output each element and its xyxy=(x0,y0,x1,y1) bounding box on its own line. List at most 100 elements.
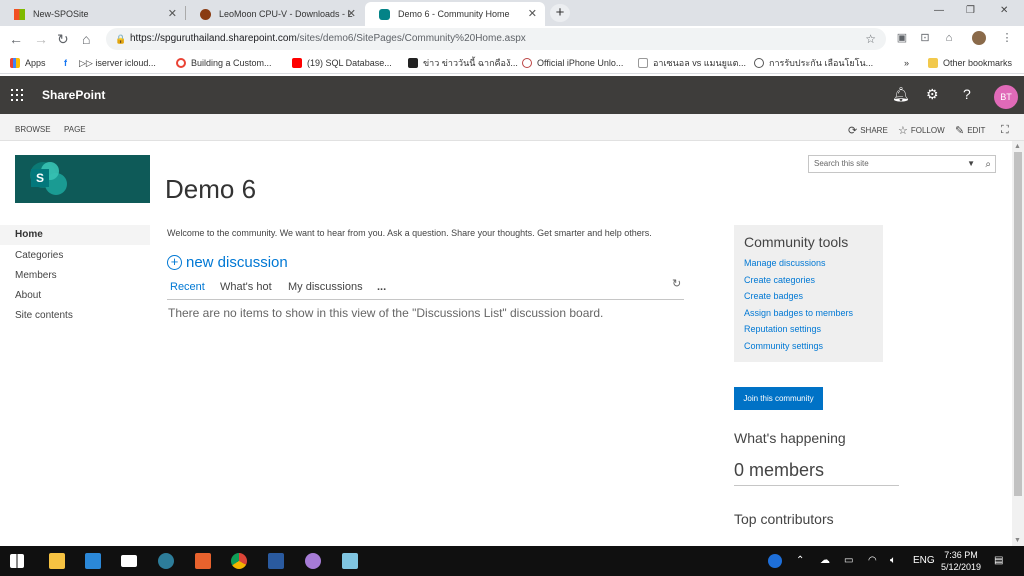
back-icon[interactable]: ← xyxy=(9,30,23,48)
cloud-app-icon[interactable] xyxy=(305,553,321,569)
globe-icon xyxy=(754,58,764,68)
star-icon[interactable]: ☆ xyxy=(865,28,876,50)
volume-icon[interactable]: 🔈︎ xyxy=(890,555,896,566)
new-discussion-button[interactable]: + new discussion xyxy=(167,254,288,271)
edit-label: EDIT xyxy=(967,126,986,135)
bookmark-item[interactable]: การรับประกัน เลือนโยโน... xyxy=(754,55,873,71)
file-explorer-icon[interactable] xyxy=(49,553,65,569)
page-title[interactable]: Demo 6 xyxy=(165,174,256,205)
bookmark-item[interactable]: ข่าว ข่าววันนี้ ฉากคืองั... xyxy=(408,55,518,71)
bookmarks-bar: Apps f ▷▷ iserver icloud... Building a C… xyxy=(0,52,1024,74)
forward-icon[interactable]: → xyxy=(34,30,48,48)
nav-item-members[interactable]: Members xyxy=(0,266,150,286)
app-launcher-icon[interactable] xyxy=(11,89,23,101)
bookmark-item[interactable]: อาเซนอล vs แมนยูแต... xyxy=(638,55,746,71)
chevron-up-icon[interactable]: ⌃ xyxy=(796,555,804,566)
join-community-button[interactable]: Join this community xyxy=(734,387,823,410)
home-icon[interactable]: ⌂ xyxy=(82,30,90,48)
new-tab-button[interactable]: + xyxy=(550,4,570,22)
bookmarks-overflow[interactable]: » xyxy=(904,55,909,71)
arrow-app-icon[interactable] xyxy=(195,553,211,569)
follow-button[interactable]: ☆ FOLLOW xyxy=(898,124,945,137)
url-path: /sites/demo6/SitePages/Community%20Home.… xyxy=(296,33,526,44)
search-input[interactable]: Search this site ▼ ⌕ xyxy=(808,155,996,173)
notifications-icon[interactable]: ▤ xyxy=(994,555,1003,566)
tab-whats-hot[interactable]: What's hot xyxy=(220,281,272,293)
bookmark-item[interactable]: f ▷▷ iserver icloud... xyxy=(64,55,156,71)
bell-icon[interactable]: 🔔︎ xyxy=(892,86,910,103)
link-create-badges[interactable]: Create badges xyxy=(744,291,803,301)
cloud-icon[interactable]: ☁ xyxy=(820,555,830,566)
close-icon[interactable]: ✕ xyxy=(528,7,537,20)
bookmark-apps[interactable]: Apps xyxy=(10,55,46,71)
system-clock[interactable]: 7:36 PM 5/12/2019 xyxy=(938,549,984,573)
chrome-icon[interactable] xyxy=(231,553,247,569)
bookmark-item[interactable]: Building a Custom... xyxy=(176,55,272,71)
globe-app-icon[interactable] xyxy=(158,553,174,569)
notepad-icon[interactable] xyxy=(342,553,358,569)
close-window-icon[interactable]: ✕ xyxy=(1000,5,1008,16)
link-reputation-settings[interactable]: Reputation settings xyxy=(744,324,821,334)
bookmark-label: (19) SQL Database... xyxy=(307,58,392,68)
follow-label: FOLLOW xyxy=(910,126,945,135)
wifi-icon[interactable]: ◠ xyxy=(868,555,877,566)
scroll-up-icon[interactable]: ▲ xyxy=(1014,143,1021,150)
tab-my-discussions[interactable]: My discussions xyxy=(288,281,363,293)
profile-icon[interactable] xyxy=(972,31,986,45)
nav-item-site-contents[interactable]: Site contents xyxy=(0,306,150,326)
extension-icon[interactable]: ⊡ xyxy=(918,31,932,45)
close-icon[interactable]: ✕ xyxy=(347,7,356,20)
ribbon-tab-browse[interactable]: BROWSE xyxy=(15,125,51,134)
ribbon-tab-page[interactable]: PAGE xyxy=(64,125,86,134)
windows-start-icon[interactable] xyxy=(10,554,24,568)
share-button[interactable]: ⟳ SHARE xyxy=(848,124,888,137)
nav-item-about[interactable]: About xyxy=(0,286,150,306)
search-icon[interactable]: ⌕ xyxy=(985,157,991,173)
refresh-icon[interactable]: ↻ xyxy=(672,277,681,290)
extension-icon[interactable]: ⌂ xyxy=(942,31,956,45)
restore-icon[interactable]: ❐ xyxy=(966,5,975,16)
bookmark-item[interactable]: Official iPhone Unlo... xyxy=(522,55,623,71)
gear-icon[interactable]: ⚙ xyxy=(926,86,939,103)
close-icon[interactable]: ✕ xyxy=(168,7,177,20)
link-create-categories[interactable]: Create categories xyxy=(744,275,815,285)
nav-item-home[interactable]: Home xyxy=(0,225,150,245)
scrollbar-thumb[interactable] xyxy=(1014,152,1022,496)
url-host: https://spguruthailand.sharepoint.com xyxy=(130,33,297,44)
scroll-down-icon[interactable]: ▼ xyxy=(1014,537,1021,544)
focus-mode-icon[interactable]: ⛶ xyxy=(1001,124,1012,137)
more-views-button[interactable]: ... xyxy=(377,281,386,293)
tab-new-sposite[interactable]: New-SPOSite ✕ xyxy=(0,2,185,26)
edit-button[interactable]: ✎ EDIT xyxy=(955,124,985,137)
menu-icon[interactable]: ⋮ xyxy=(1000,31,1014,45)
link-assign-badges[interactable]: Assign badges to members xyxy=(744,308,853,318)
chevron-down-icon[interactable]: ▼ xyxy=(967,156,975,172)
welcome-text: Welcome to the community. We want to hea… xyxy=(167,228,652,238)
site-logo[interactable]: S xyxy=(15,155,150,203)
bookmark-label: Apps xyxy=(25,58,46,68)
address-bar[interactable]: 🔒 https://spguruthailand.sharepoint.com/… xyxy=(106,28,886,50)
tab-demo6[interactable]: Demo 6 - Community Home ✕ xyxy=(365,2,545,26)
nav-item-categories[interactable]: Categories xyxy=(0,246,150,266)
language-indicator[interactable]: ENG xyxy=(913,555,935,566)
link-manage-discussions[interactable]: Manage discussions xyxy=(744,258,826,268)
tab-leomoon[interactable]: LeoMoon CPU-V - Downloads - L ✕ xyxy=(186,2,364,26)
members-count[interactable]: 0 members xyxy=(734,460,824,481)
help-icon[interactable]: ? xyxy=(963,86,971,102)
minimize-icon[interactable]: — xyxy=(934,5,944,16)
mail-icon[interactable] xyxy=(121,555,137,567)
whats-happening-heading: What's happening xyxy=(734,430,846,446)
extension-icon[interactable]: ▣ xyxy=(895,31,909,45)
avatar[interactable]: BT xyxy=(994,85,1018,109)
tab-recent[interactable]: Recent xyxy=(170,281,205,293)
bookmark-item[interactable]: (19) SQL Database... xyxy=(292,55,392,71)
powershell-icon[interactable] xyxy=(268,553,284,569)
apps-grid-icon xyxy=(10,58,20,68)
brand-name[interactable]: SharePoint xyxy=(42,88,105,102)
help-tray-icon[interactable] xyxy=(768,554,782,568)
other-bookmarks[interactable]: Other bookmarks xyxy=(928,55,1012,71)
link-community-settings[interactable]: Community settings xyxy=(744,341,823,351)
battery-icon[interactable]: ▭ xyxy=(844,555,853,566)
store-icon[interactable] xyxy=(85,553,101,569)
reload-icon[interactable]: ↻ xyxy=(57,30,69,48)
